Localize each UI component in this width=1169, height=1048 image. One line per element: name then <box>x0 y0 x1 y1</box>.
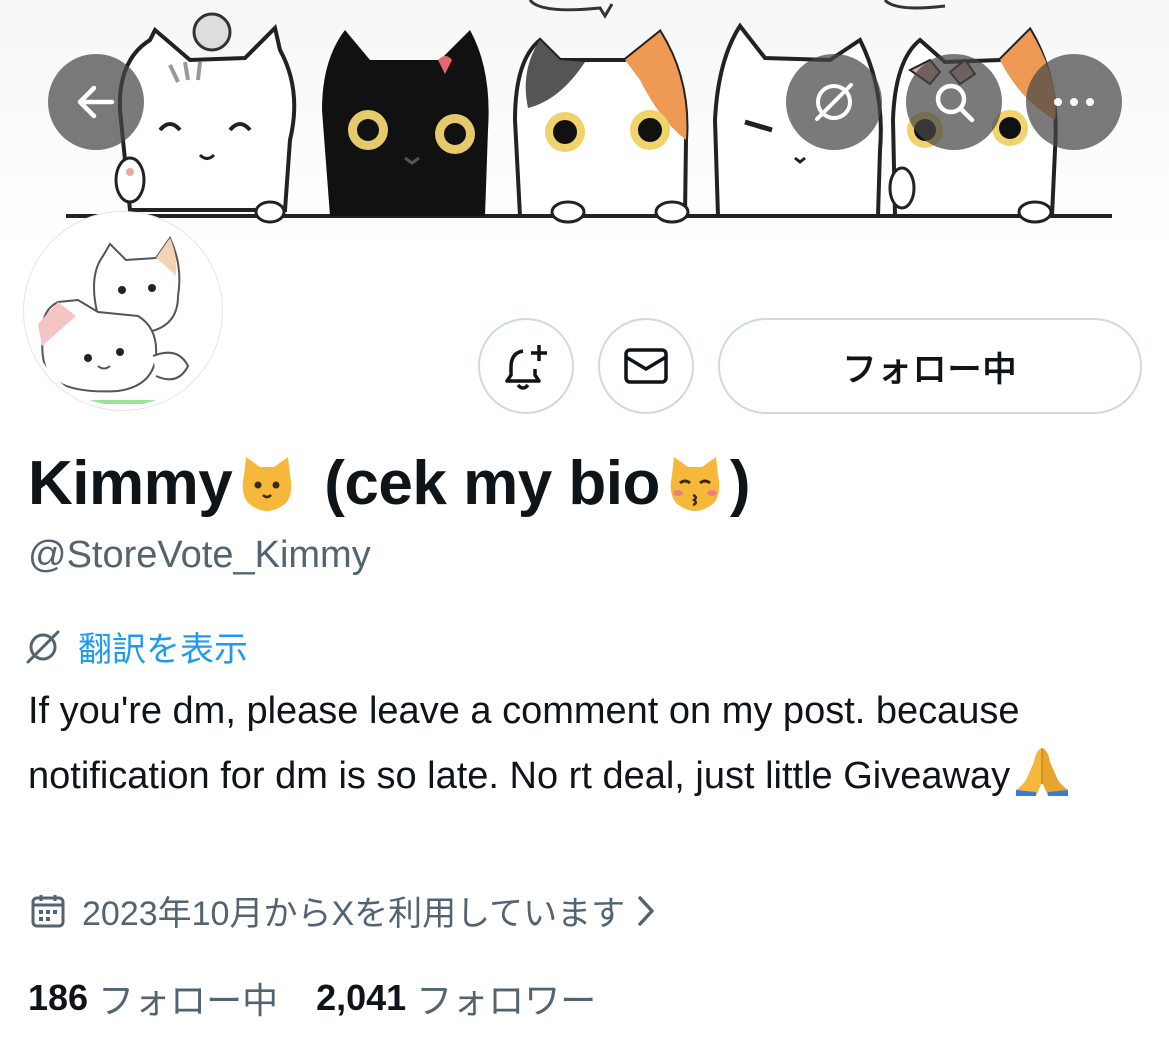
display-name-text: Kimmy <box>28 449 233 518</box>
bio-text: If you're dm, please leave a comment on … <box>28 690 1020 797</box>
kissing-cat-emoji <box>670 456 720 511</box>
followers-label: フォロワー <box>416 980 597 1021</box>
followers-count: 2,041 <box>316 977 407 1018</box>
following-label: フォロー中 <box>98 980 279 1021</box>
arrow-left-icon <box>77 85 115 119</box>
bio: If you're dm, please leave a comment on … <box>28 680 1138 807</box>
search-button[interactable] <box>906 54 1002 150</box>
globe-slash-icon <box>815 83 853 121</box>
following-count: 186 <box>28 977 89 1018</box>
user-handle: @StoreVote_Kimmy <box>28 534 371 576</box>
followers-stat[interactable]: 2,041 フォロワー <box>316 972 596 1024</box>
back-button[interactable] <box>48 54 144 150</box>
globe-slash-icon <box>26 630 60 663</box>
avatar[interactable] <box>24 212 222 410</box>
envelope-icon <box>624 348 668 384</box>
more-button[interactable] <box>1026 54 1122 150</box>
translate-bio-link[interactable]: 翻訳を表示 <box>24 622 248 671</box>
folded-hands-emoji <box>1016 748 1069 796</box>
more-icon <box>1054 98 1094 106</box>
calendar-icon <box>31 894 65 927</box>
joined-text: 2023年10月からXを利用しています <box>82 895 626 933</box>
profile-banner[interactable] <box>0 0 1169 250</box>
bell-plus-icon <box>505 345 547 390</box>
cat-face-emoji <box>242 456 292 511</box>
display-name-close: ) <box>729 449 751 518</box>
translate-label: 翻訳を表示 <box>78 631 248 669</box>
notify-button[interactable] <box>478 318 574 414</box>
joined-date-link[interactable]: 2023年10月からXを利用しています <box>30 886 657 935</box>
search-icon <box>935 83 975 123</box>
message-button[interactable] <box>598 318 694 414</box>
avatar-image <box>28 216 218 406</box>
following-button[interactable]: フォロー中 <box>718 318 1142 414</box>
chevron-right-icon <box>638 895 654 926</box>
translate-profile-button[interactable] <box>786 54 882 150</box>
display-name: Kimmy (cek my bio ) <box>28 448 751 519</box>
display-name-suffix: (cek my bio <box>324 449 660 518</box>
follow-stats: 186 フォロー中 2,041 フォロワー <box>28 972 596 1024</box>
following-stat[interactable]: 186 フォロー中 <box>28 972 278 1024</box>
